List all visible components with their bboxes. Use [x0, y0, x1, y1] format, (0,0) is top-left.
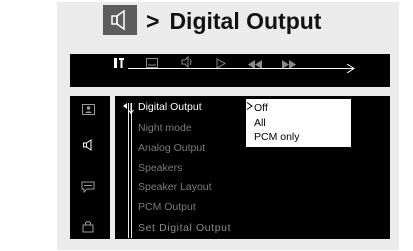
selection-arrow-icon [246, 102, 253, 110]
option-off[interactable]: Off [254, 102, 268, 115]
audio-icon[interactable] [180, 56, 194, 68]
menu-item-night-mode[interactable]: Night mode [138, 121, 192, 135]
settings-icon[interactable] [113, 57, 125, 69]
sidebar-divider [110, 96, 115, 239]
title-separator: > [146, 8, 160, 34]
toolbar-arrow-line [128, 68, 354, 69]
option-all[interactable]: All [254, 117, 266, 130]
arrow-right-icon [346, 64, 355, 73]
toolbar-divider [128, 54, 133, 87]
menu-guide-line [128, 103, 129, 238]
help-text: Set Digital Output [138, 222, 232, 234]
title-label: Digital Output [169, 8, 322, 34]
page-title: > Digital Output [146, 6, 321, 36]
speaker-icon[interactable] [76, 137, 100, 153]
menu-guide-line [131, 103, 132, 238]
picture-icon[interactable] [76, 101, 100, 117]
lock-icon[interactable] [76, 218, 100, 234]
menu-item-digital-output[interactable]: Digital Output [138, 100, 202, 114]
menu-item-speaker-layout[interactable]: Speaker Layout [138, 180, 212, 194]
option-pcm-only[interactable]: PCM only [254, 131, 300, 144]
menu-item-analog-output[interactable]: Analog Output [138, 141, 205, 155]
menu-item-pcm-output[interactable]: PCM Output [138, 200, 196, 214]
up-down-arrow-icon [123, 103, 134, 114]
subtitle-icon[interactable] [76, 179, 100, 195]
menu-item-speakers[interactable]: Speakers [138, 161, 182, 175]
speaker-icon [103, 5, 137, 35]
